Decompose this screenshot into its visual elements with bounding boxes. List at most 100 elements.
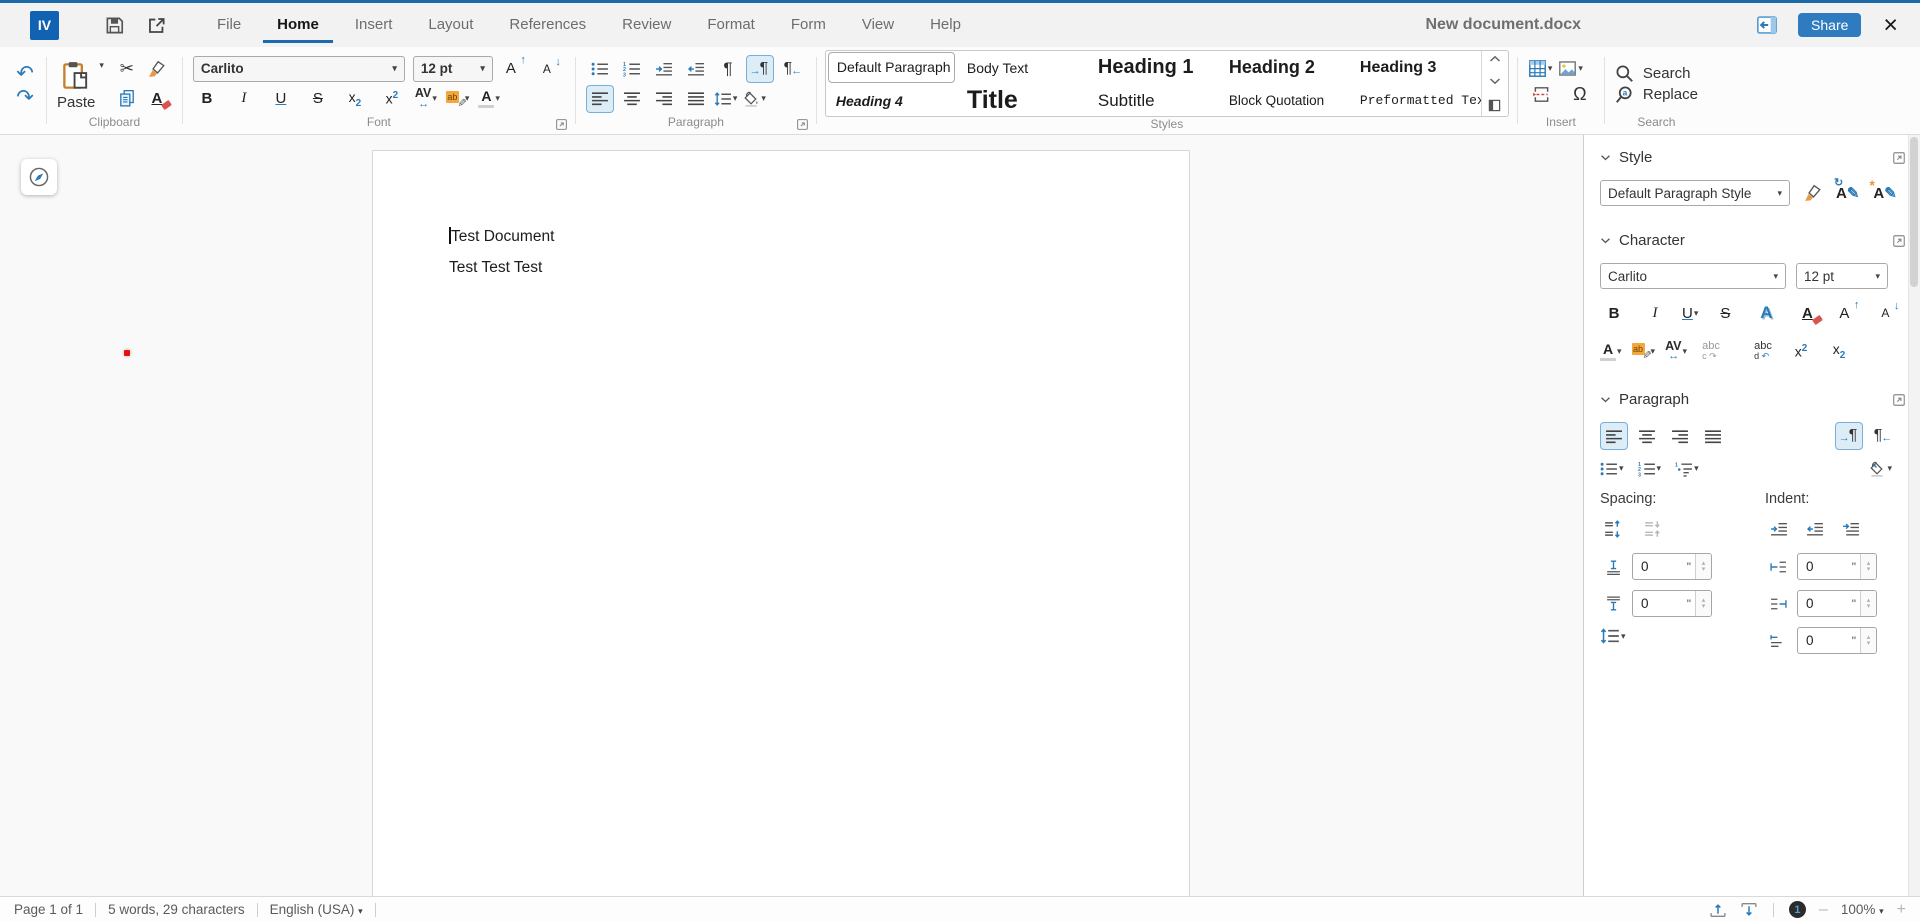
sidebar-clone-formatting-button[interactable] [1804,184,1822,202]
style-item-default-paragraph[interactable]: Default Paragraph Style [828,52,955,83]
spin-arrows[interactable]: ▴▾ [1695,591,1711,616]
sidebar-line-spacing-button[interactable]: ▾ [1600,627,1626,645]
sidebar-scrollbar[interactable] [1908,135,1920,896]
line-spacing-button[interactable]: ▾ [714,91,738,107]
align-left-button[interactable] [586,85,614,113]
sidebar-increase-indent-button[interactable] [1765,515,1793,543]
sidebar-decrease-indent-button[interactable] [1801,515,1829,543]
strikethrough-button[interactable]: S [304,85,332,113]
paragraph-section-more-button[interactable] [1892,393,1906,407]
after-text-indent-input[interactable]: 0 " ▴▾ [1797,590,1877,617]
align-right-button[interactable] [650,85,678,113]
sidebar-underline-button[interactable]: U▾ [1682,305,1698,322]
sidebar-outline-list-button[interactable]: 1 ▾ [1675,461,1699,477]
replace-button[interactable]: a Replace [1615,85,1698,104]
above-paragraph-spacing-input[interactable]: 0 " ▴▾ [1632,553,1712,580]
save-button[interactable] [101,12,127,38]
character-section-collapse-button[interactable] [1600,237,1611,244]
tab-view[interactable]: View [848,7,908,43]
sidebar-font-color-button[interactable]: A ▾ [1600,342,1622,361]
tab-file[interactable]: File [203,7,255,43]
italic-button[interactable]: I [230,85,258,113]
style-item-heading1[interactable]: Heading 1 [1088,56,1219,79]
document-line-1[interactable]: Test Document [451,228,554,245]
document-canvas[interactable]: Test Document Test Test Test [0,135,1583,896]
sidebar-subscript-button[interactable]: x2 [1825,337,1853,365]
spin-arrows[interactable]: ▴▾ [1860,554,1876,579]
sidebar-bold-button[interactable]: B [1600,299,1628,327]
document-page[interactable]: Test Document Test Test Test [372,150,1190,896]
paste-dropdown-caret[interactable]: ▾ [99,60,104,71]
bold-button[interactable]: B [193,85,221,113]
new-style-button[interactable]: *A✎ [1873,184,1896,202]
tab-format[interactable]: Format [693,7,769,43]
style-item-heading3[interactable]: Heading 3 [1350,59,1481,77]
paragraph-background-button[interactable]: ▾ [741,90,766,107]
next-page-button[interactable] [1740,902,1758,918]
sidebar-character-spacing-button[interactable]: AV↔ ▾ [1665,340,1687,363]
bullet-list-button[interactable] [586,55,614,83]
style-item-block-quotation[interactable]: Block Quotation [1219,93,1350,108]
sidebar-rtl-button[interactable]: ¶← [1868,422,1896,450]
navigator-button[interactable] [21,159,57,195]
spin-arrows[interactable]: ▴▾ [1860,628,1876,653]
subscript-button[interactable]: x2 [341,85,369,113]
character-spacing-button[interactable]: abAV↔ ▾ [415,87,437,110]
formatting-marks-button[interactable]: ¶ [714,55,742,83]
numbered-list-button[interactable]: 1 2 3 [618,55,646,83]
lowercase-button[interactable]: abcc ↷ [1697,337,1725,365]
sidebar-scrollbar-thumb[interactable] [1910,137,1918,287]
styles-scroll-up-button[interactable] [1489,55,1501,63]
document-text[interactable]: Test Document Test Test Test [373,151,1189,277]
sidebar-bullet-list-button[interactable]: ▾ [1600,461,1624,477]
cut-button[interactable]: ✂ [113,55,141,83]
switch-indent-button[interactable] [1837,515,1865,543]
tab-home[interactable]: Home [263,7,333,43]
before-text-indent-input[interactable]: 0 " ▴▾ [1797,553,1877,580]
tab-help[interactable]: Help [916,7,975,43]
left-to-right-button[interactable]: →¶ [746,55,774,83]
sidebar-clear-formatting-button[interactable]: A [1793,299,1821,327]
character-section-more-button[interactable] [1892,234,1906,248]
sidebar-italic-button[interactable]: I [1641,299,1669,327]
app-logo[interactable]: IV [30,11,59,40]
sidebar-grow-font-button[interactable]: A↑ [1834,299,1862,327]
underline-button[interactable]: U [267,85,295,113]
close-document-button[interactable]: × [1883,13,1898,38]
sidebar-justify-button[interactable] [1699,422,1727,450]
sidebar-align-right-button[interactable] [1666,422,1694,450]
document-line-2[interactable]: Test Test Test [449,259,542,276]
sidebar-numbered-list-button[interactable]: 1 2 3 ▾ [1638,461,1662,477]
share-button[interactable]: Share [1798,13,1861,37]
style-item-body-text[interactable]: Body Text [957,60,1088,76]
tab-layout[interactable]: Layout [414,7,487,43]
increase-indent-button[interactable] [650,55,678,83]
superscript-button[interactable]: x2 [378,85,406,113]
sidebar-align-center-button[interactable] [1633,422,1661,450]
clone-formatting-button[interactable] [143,55,171,83]
open-in-new-window-button[interactable] [143,12,169,38]
style-item-preformatted[interactable]: Preformatted Text [1350,93,1481,108]
right-to-left-button[interactable]: ¶← [778,55,806,83]
text-shadow-button[interactable]: A [1752,299,1780,327]
sidebar-strikethrough-button[interactable]: S [1711,299,1739,327]
sidebar-font-size-combobox[interactable]: 12 pt ▾ [1796,263,1888,289]
font-dialog-launcher[interactable] [555,118,568,131]
style-item-title[interactable]: Title [957,86,1088,115]
sidebar-ltr-button[interactable]: →¶ [1835,422,1863,450]
collapse-sidebar-button[interactable] [1756,15,1778,35]
font-size-combobox[interactable]: 12 pt ▾ [413,56,493,82]
sidebar-superscript-button[interactable]: x2 [1787,337,1815,365]
insert-table-button[interactable]: ▾ [1528,59,1553,78]
decrease-paragraph-spacing-button[interactable] [1640,515,1668,543]
insert-image-button[interactable]: ▾ [1558,59,1583,78]
paragraph-style-combobox[interactable]: Default Paragraph Style ▾ [1600,180,1790,206]
below-paragraph-spacing-input[interactable]: 0 " ▴▾ [1632,590,1712,617]
justify-button[interactable] [682,85,710,113]
update-style-button[interactable]: ↻A✎ [1836,184,1859,202]
paragraph-dialog-launcher[interactable] [796,118,809,131]
font-color-button[interactable]: A ▾ [478,89,500,108]
shrink-font-button[interactable]: A↓ [537,55,565,83]
sidebar-font-name-combobox[interactable]: Carlito ▾ [1600,263,1786,289]
font-name-combobox[interactable]: Carlito ▾ [193,56,405,82]
